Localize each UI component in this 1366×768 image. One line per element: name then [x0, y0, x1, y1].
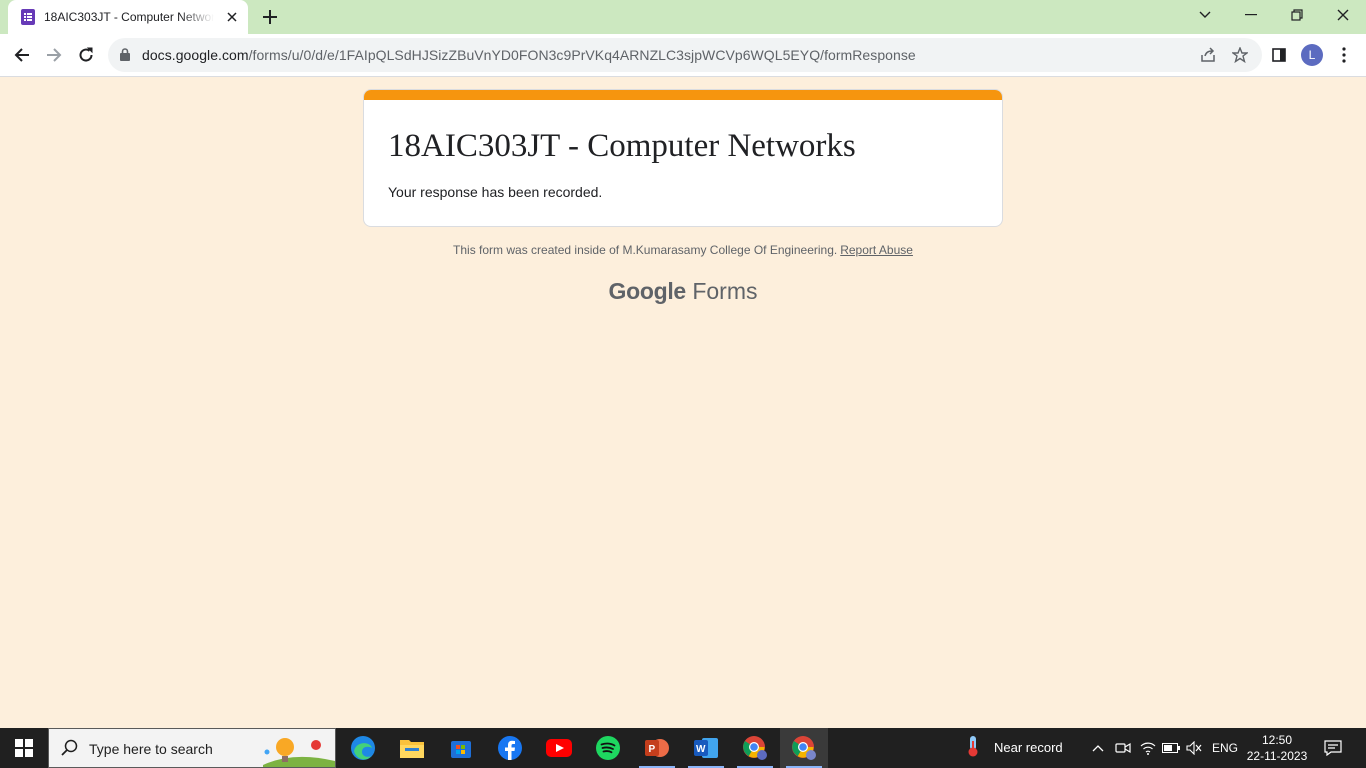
chrome-active-icon[interactable]: [780, 728, 828, 768]
restore-icon[interactable]: [1274, 0, 1320, 30]
new-tab-icon[interactable]: [260, 7, 280, 27]
report-abuse-link[interactable]: Report Abuse: [840, 243, 913, 257]
chrome-profile-icon[interactable]: [731, 728, 779, 768]
tab-forms[interactable]: 18AIC303JT - Computer Networks: [8, 0, 248, 34]
facebook-icon[interactable]: [486, 728, 534, 768]
forward-arrow-icon[interactable]: [40, 41, 68, 69]
form-footer: This form was created inside of M.Kumara…: [0, 243, 1366, 257]
word-icon[interactable]: W: [682, 728, 730, 768]
lock-icon[interactable]: [120, 48, 130, 66]
weather-text[interactable]: Near record: [994, 740, 1063, 755]
wifi-icon[interactable]: [1139, 739, 1157, 757]
bookmark-star-icon[interactable]: [1231, 46, 1249, 64]
confirmation-message: Your response has been recorded.: [388, 184, 603, 200]
battery-icon[interactable]: [1162, 739, 1180, 757]
taskbar-search-box[interactable]: Type here to search: [48, 728, 336, 768]
confirmation-card: 18AIC303JT - Computer Networks Your resp…: [363, 89, 1003, 227]
google-wordmark: Google: [608, 278, 687, 304]
svg-text:W: W: [696, 744, 706, 755]
side-panel-icon[interactable]: [1265, 41, 1293, 69]
reload-icon[interactable]: [72, 41, 100, 69]
speaker-muted-icon[interactable]: [1185, 739, 1203, 757]
notifications-icon[interactable]: [1324, 739, 1342, 757]
back-arrow-icon[interactable]: [8, 41, 36, 69]
clock-date: 22-11-2023: [1246, 749, 1308, 763]
youtube-icon[interactable]: [535, 728, 583, 768]
clock-time: 12:50: [1261, 733, 1293, 747]
svg-text:P: P: [649, 744, 656, 755]
google-forms-favicon-icon: [20, 9, 36, 25]
windows-start-icon[interactable]: [0, 728, 48, 768]
file-explorer-icon[interactable]: [388, 728, 436, 768]
thermometer-icon[interactable]: [964, 736, 982, 757]
profile-avatar[interactable]: L: [1301, 44, 1323, 66]
card-accent-bar: [364, 90, 1002, 100]
meet-now-icon[interactable]: [1114, 739, 1132, 757]
url-text[interactable]: docs.google.com/forms/u/0/d/e/1FAIpQLSdH…: [142, 47, 916, 63]
store-icon[interactable]: [437, 728, 485, 768]
tab-search-chevron-icon[interactable]: [1182, 0, 1228, 30]
windows-taskbar: Type here to search P W Near record ENG …: [0, 728, 1366, 768]
spotify-icon[interactable]: [584, 728, 632, 768]
google-forms-logo[interactable]: Google Forms: [0, 278, 1366, 305]
taskbar-clock[interactable]: 12:50 22-11-2023: [1244, 732, 1310, 764]
powerpoint-icon[interactable]: P: [633, 728, 681, 768]
edge-icon[interactable]: [339, 728, 387, 768]
footer-note-text: This form was created inside of M.Kumara…: [453, 243, 838, 257]
share-icon[interactable]: [1199, 46, 1217, 64]
address-bar[interactable]: docs.google.com/forms/u/0/d/e/1FAIpQLSdH…: [108, 38, 1262, 72]
form-title: 18AIC303JT - Computer Networks: [388, 128, 856, 164]
language-indicator[interactable]: ENG: [1212, 741, 1238, 755]
browser-toolbar: docs.google.com/forms/u/0/d/e/1FAIpQLSdH…: [0, 34, 1366, 77]
menu-kebab-icon[interactable]: [1330, 41, 1358, 69]
close-window-icon[interactable]: [1320, 0, 1366, 30]
search-icon: [61, 739, 79, 762]
minimize-icon[interactable]: [1228, 0, 1274, 30]
forms-wordmark: Forms: [692, 278, 758, 304]
search-placeholder: Type here to search: [89, 741, 213, 757]
tab-title: 18AIC303JT - Computer Networks: [44, 10, 214, 24]
tab-strip: 18AIC303JT - Computer Networks: [0, 0, 1366, 34]
chevron-up-icon[interactable]: [1089, 739, 1107, 757]
search-highlight-icon: [263, 731, 335, 768]
close-tab-icon[interactable]: [224, 9, 240, 25]
